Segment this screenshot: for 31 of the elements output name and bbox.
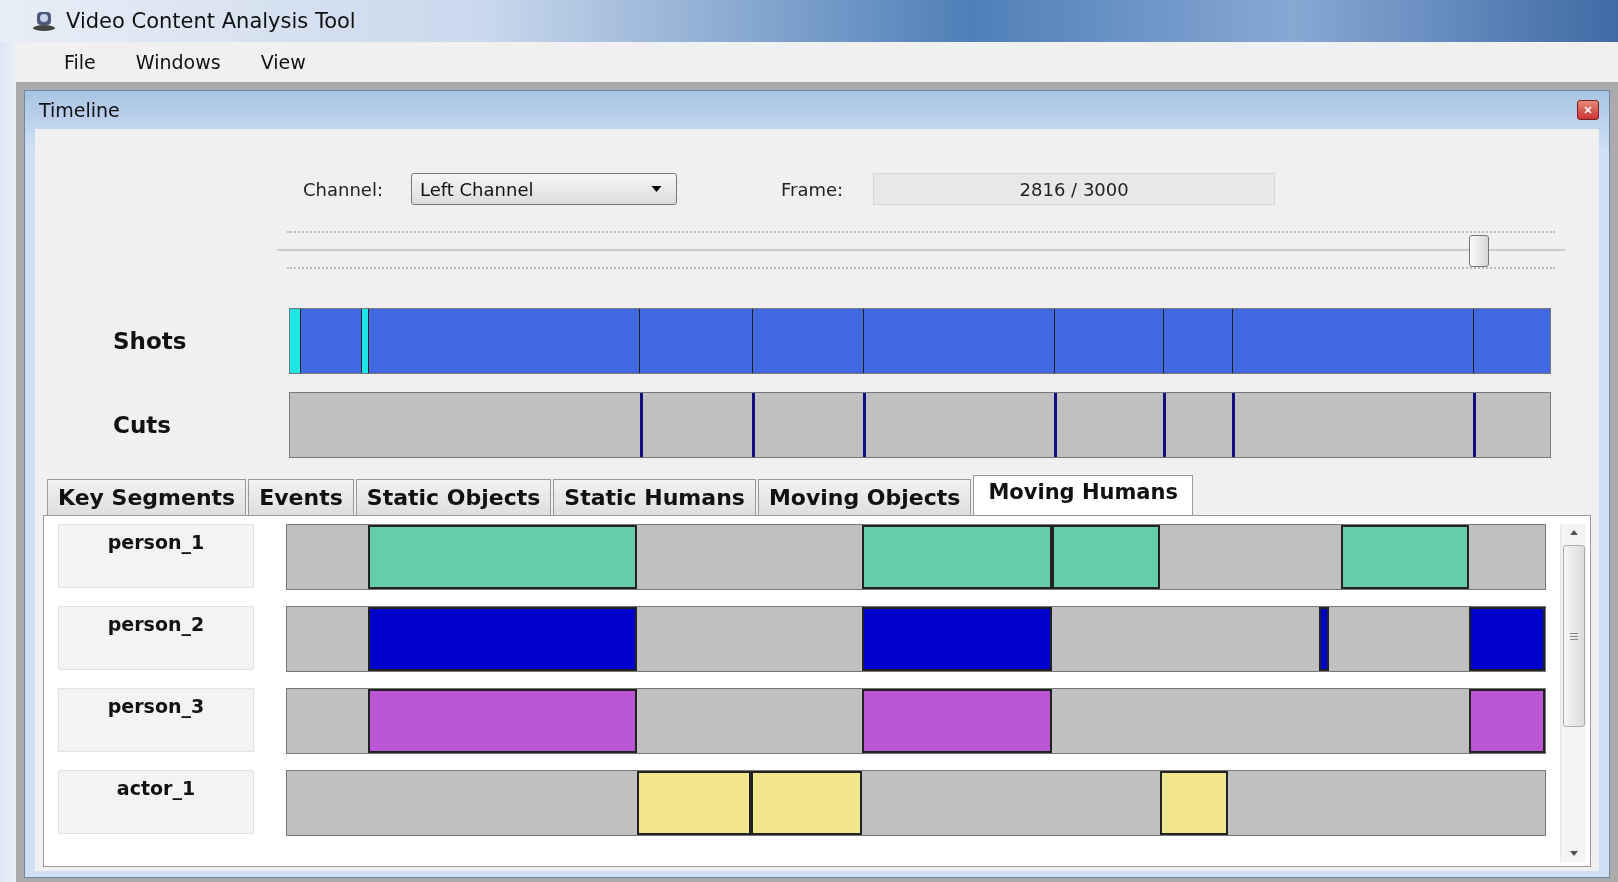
row-label: actor_1	[58, 770, 254, 834]
scroll-up-icon[interactable]	[1569, 530, 1578, 535]
tab[interactable]: Moving Humans	[973, 475, 1193, 515]
row-label: person_3	[58, 688, 254, 752]
track-label: Shots	[112, 328, 188, 354]
window-title: Video Content Analysis Tool	[66, 9, 356, 33]
tab[interactable]: Key Segments	[47, 479, 247, 515]
menu-item[interactable]: View	[260, 51, 306, 73]
scroll-thumb[interactable]	[1562, 545, 1585, 727]
grip-icon	[1569, 632, 1578, 640]
menu-item[interactable]: File	[64, 51, 96, 73]
tab[interactable]: Events	[248, 479, 354, 515]
row-label: person_1	[58, 524, 254, 588]
frame-field: 2816 / 3000	[873, 173, 1276, 205]
tab[interactable]: Static Objects	[355, 479, 552, 515]
channel-label: Channel:	[303, 178, 383, 200]
row-label: person_2	[58, 606, 254, 670]
menu-item[interactable]: Windows	[135, 51, 221, 73]
channel-dropdown[interactable]: Left Channel	[410, 173, 677, 205]
camera-icon	[32, 11, 56, 31]
track-label: Cuts	[112, 412, 172, 438]
close-icon	[1583, 105, 1593, 115]
tab[interactable]: Static Humans	[553, 479, 756, 515]
tab[interactable]: Moving Objects	[757, 479, 972, 515]
caret-icon	[650, 186, 662, 192]
scroll-down-icon[interactable]	[1569, 851, 1578, 856]
close-button[interactable]	[1577, 100, 1599, 120]
slider-thumb[interactable]	[1469, 235, 1490, 267]
scrollbar[interactable]	[1560, 524, 1586, 862]
panel-title: Timeline	[38, 99, 120, 121]
frame-label: Frame:	[780, 178, 844, 200]
